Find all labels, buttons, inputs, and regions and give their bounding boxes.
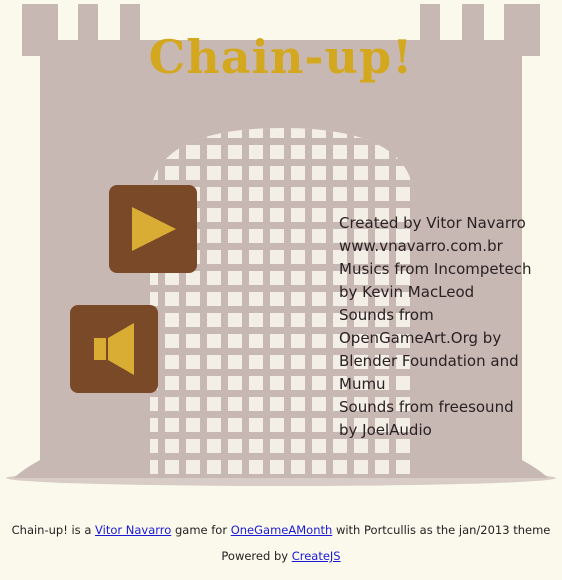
createjs-link[interactable]: CreateJS xyxy=(292,549,341,563)
play-icon xyxy=(132,207,176,251)
author-link[interactable]: Vitor Navarro xyxy=(95,523,171,537)
credits-line: Musics from Incompetech xyxy=(339,260,532,278)
credits-line: Sounds from xyxy=(339,306,434,324)
credits-line: by Kevin MacLeod xyxy=(339,283,475,301)
credits-line: Created by Vitor Navarro xyxy=(339,214,526,232)
footer-text: with Portcullis as the jan/2013 theme xyxy=(332,523,551,537)
credits-line: Mumu xyxy=(339,375,386,393)
credits-line: www.vnavarro.com.br xyxy=(339,237,503,255)
credits-text: Created by Vitor Navarro www.vnavarro.co… xyxy=(339,212,561,442)
credits-line: Blender Foundation and xyxy=(339,352,519,370)
powered-by-label: Powered by xyxy=(221,549,292,563)
credits-line: Sounds from freesound xyxy=(339,398,514,416)
footer-powered-by: Powered by CreateJS xyxy=(0,549,562,563)
game-title: Chain-up! xyxy=(148,30,414,84)
footer-text: game for xyxy=(171,523,231,537)
credits-line: by JoelAudio xyxy=(339,421,432,439)
footer-description: Chain-up! is a Vitor Navarro game for On… xyxy=(0,523,562,537)
sound-toggle-button[interactable] xyxy=(70,305,158,393)
credits-line: OpenGameArt.Org by xyxy=(339,329,502,347)
game-canvas: Chain-up! Created by Vitor Navarro www.v… xyxy=(0,0,562,500)
speaker-icon xyxy=(94,323,134,375)
onegameamonth-link[interactable]: OneGameAMonth xyxy=(231,523,333,537)
gate-bar-horizontal xyxy=(150,159,414,166)
play-button[interactable] xyxy=(109,185,197,273)
footer-text: is a xyxy=(67,523,96,537)
footer-project-name: Chain-up! xyxy=(11,523,68,537)
gate-bar-horizontal xyxy=(150,453,414,460)
